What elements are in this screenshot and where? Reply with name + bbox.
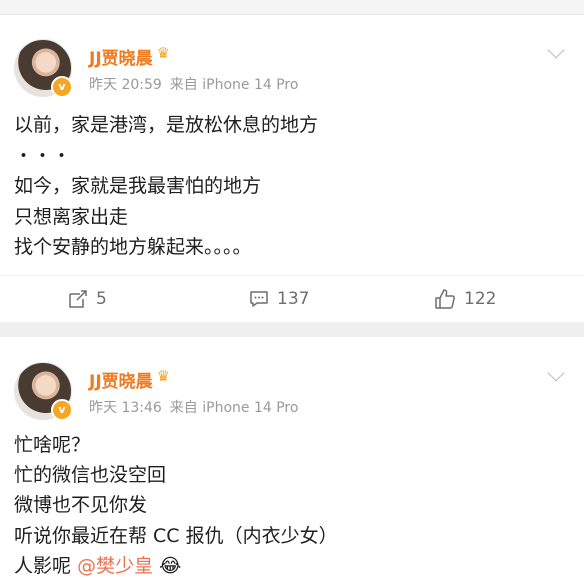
post-text-line: 微博也不见你发 (14, 494, 148, 517)
post-text-line: 忙啥呢？ (14, 434, 91, 456)
author-name-text[interactable]: JJ贾晓晨 (89, 372, 153, 392)
post-text-line: 以前，家是港湾，是放松休息的地方 (14, 114, 319, 136)
post-text-line: 听说你最近在帮 CC 报仇（内衣少女） (14, 524, 338, 547)
post-text-line: ・・・ (14, 144, 72, 167)
post-divider (0, 322, 584, 337)
comment-button[interactable]: 137 (249, 288, 309, 310)
post-text-prefix: 人影呢 (14, 554, 72, 577)
chevron-down-icon[interactable] (547, 41, 565, 59)
post-text-line: 忙的微信也没空回 (14, 464, 167, 487)
like-count: 122 (464, 289, 497, 309)
weibo-post-1[interactable]: v JJ贾晓晨 ♛ 昨天 20:59 来自 iPhone 14 Pro 以前，家是港… (0, 14, 584, 322)
like-button[interactable]: 122 (434, 288, 496, 310)
post-source: 来自 iPhone 14 Pro (169, 77, 299, 93)
like-icon (435, 289, 455, 309)
post-text: 以前，家是港湾，是放松休息的地方 ・・・ 如今，家就是我最害怕的地方 只想离家出… (14, 110, 318, 263)
weibo-post-2[interactable]: v JJ贾晓晨 ♛ 昨天 13:46 来自 iPhone 14 Pro 忙啥呢？ 忙… (0, 337, 584, 579)
post-text-line: 如今，家就是我最害怕的地方 (14, 175, 262, 197)
crown-icon: ♛ (156, 367, 171, 385)
avatar[interactable]: v (14, 362, 73, 421)
laughing-emoji-icon: 😂 (159, 554, 182, 577)
chevron-down-icon[interactable] (547, 364, 565, 382)
post-time: 昨天 20:59 (89, 77, 162, 93)
post-meta: 昨天 13:46 来自 iPhone 14 Pro (89, 397, 298, 417)
author-name-text[interactable]: JJ贾晓晨 (89, 49, 153, 69)
verified-badge-icon: v (51, 399, 73, 421)
comment-count: 137 (277, 289, 310, 309)
post-actions: 5 137 122 (0, 275, 584, 322)
post-text: 忙啥呢？ 忙的微信也没空回 微博也不见你发 听说你最近在帮 CC 报仇（内衣少女… (14, 430, 338, 581)
mention-link[interactable]: @樊少皇 (77, 555, 153, 577)
crown-icon: ♛ (156, 44, 171, 62)
post-text-line: 只想离家出走 (14, 205, 129, 228)
post-text-line: 人影呢 @樊少皇 😂 (14, 551, 338, 581)
verified-badge-icon: v (51, 76, 73, 98)
repost-icon (69, 290, 87, 308)
post-meta: 昨天 20:59 来自 iPhone 14 Pro (89, 74, 298, 94)
post-source: 来自 iPhone 14 Pro (169, 400, 299, 416)
post-time: 昨天 13:46 (89, 400, 162, 416)
avatar[interactable]: v (14, 39, 73, 98)
repost-button[interactable]: 5 (68, 288, 107, 310)
author-name[interactable]: JJ贾晓晨 ♛ (89, 367, 170, 392)
comment-icon (250, 291, 268, 307)
repost-count: 5 (96, 289, 107, 309)
author-name[interactable]: JJ贾晓晨 ♛ (89, 44, 170, 69)
previous-post-edge (0, 0, 584, 15)
post-text-line: 找个安静的地方躲起来。。。。 (14, 236, 252, 258)
